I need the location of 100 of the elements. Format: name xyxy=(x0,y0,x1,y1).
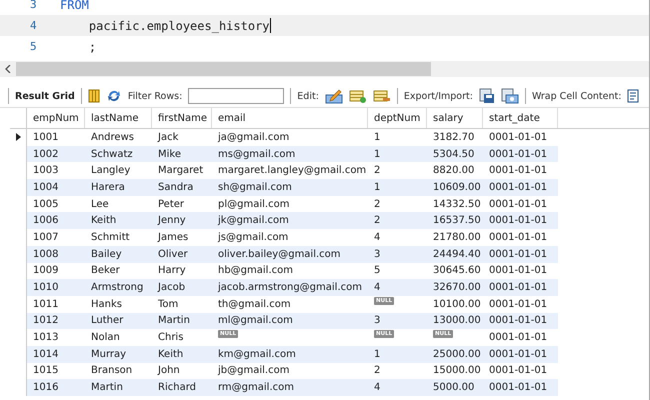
table-cell: jacob.armstrong@gmail.com xyxy=(212,279,368,296)
table-cell: 1002 xyxy=(27,146,85,162)
result-grid-tab[interactable]: Result Grid xyxy=(15,90,75,102)
table-cell: Martin xyxy=(85,379,152,396)
table-cell-text: Andrews xyxy=(90,130,135,145)
table-cell-text: 1 xyxy=(373,130,382,145)
current-row-icon xyxy=(16,133,20,142)
table-cell: 2 xyxy=(368,212,427,230)
table-cell: 1004 xyxy=(27,179,85,196)
import-icon[interactable] xyxy=(500,88,519,104)
table-cell-text: 1009 xyxy=(32,264,60,278)
column-header[interactable]: start_date xyxy=(483,108,558,128)
column-header[interactable]: firstName xyxy=(152,108,212,128)
table-cell: 10609.00 xyxy=(427,179,483,196)
table-cell-text: 0001-01-01 xyxy=(488,331,548,346)
table-cell: 25000.00 xyxy=(427,346,483,363)
table-cell-text: Harry xyxy=(157,264,187,278)
table-cell: Luther xyxy=(85,312,152,330)
export-import-label: Export/Import: xyxy=(404,90,473,102)
edit-pencil-icon[interactable] xyxy=(324,88,343,104)
table-cell: 0001-01-01 xyxy=(483,246,558,262)
table-cell-text: James xyxy=(156,230,190,245)
table-cell-text: 0001-01-01 xyxy=(488,230,548,245)
table-cell: 0001-01-01 xyxy=(483,179,558,196)
table-cell: km@gmail.com xyxy=(212,346,368,363)
table-cell-text: 30645.60 xyxy=(432,264,482,278)
table-cell: 1 xyxy=(368,179,427,196)
table-cell: 3 xyxy=(368,312,427,330)
column-header[interactable]: salary xyxy=(427,108,483,128)
table-cell: 1014 xyxy=(27,346,85,363)
column-header[interactable]: empNum xyxy=(27,108,85,128)
table-cell: 0001-01-01 xyxy=(483,212,558,230)
delete-row-icon[interactable] xyxy=(372,88,391,104)
line-number: 5 xyxy=(29,40,38,53)
column-toggle-icon[interactable] xyxy=(88,89,100,103)
wrap-cell-content-label: Wrap Cell Content: xyxy=(532,90,622,102)
table-cell-text: Langley xyxy=(90,164,132,178)
table-cell-text: 14332.50 xyxy=(432,198,482,212)
table-cell: sh@gmail.com xyxy=(212,179,368,196)
table-cell-text: Branson xyxy=(90,364,134,378)
table-cell-text: 0001-01-01 xyxy=(488,264,548,278)
table-cell: Oliver xyxy=(152,246,212,262)
wrap-text-icon[interactable] xyxy=(627,89,640,103)
table-cell-text: John xyxy=(156,364,181,378)
table-cell: Sandra xyxy=(152,179,212,196)
table-cell: Jenny xyxy=(152,212,212,230)
table-cell: 1016 xyxy=(27,379,85,396)
table-cell: Mike xyxy=(152,146,212,162)
scrollbar-thumb[interactable] xyxy=(16,62,431,76)
table-cell-text: pl@gmail.com xyxy=(217,198,290,212)
table-cell-text: 0001-01-01 xyxy=(488,298,548,312)
table-cell-text: 0001-01-01 xyxy=(488,130,548,145)
table-cell: Schwatz xyxy=(85,146,152,162)
table-cell-text: Lee xyxy=(90,198,110,212)
table-cell-text: Beker xyxy=(90,264,121,278)
scroll-left-icon[interactable] xyxy=(5,65,11,73)
table-cell: Bailey xyxy=(85,246,152,262)
table-cell-text: 1007 xyxy=(32,230,60,245)
horizontal-scrollbar[interactable] xyxy=(0,61,649,77)
export-save-icon[interactable] xyxy=(478,88,495,104)
table-cell-text: 1003 xyxy=(32,164,60,178)
table-cell-text: js@gmail.com xyxy=(216,230,290,245)
table-cell-text: Chris xyxy=(157,331,184,346)
code-text: pacific.employees_history xyxy=(88,18,270,32)
table-cell: 0001-01-01 xyxy=(483,279,558,296)
refresh-icon[interactable] xyxy=(106,89,122,103)
table-cell: 4 xyxy=(368,279,427,296)
table-cell-text: 3182.70 xyxy=(432,130,476,145)
table-cell-text: 4 xyxy=(373,230,382,245)
table-cell: Harera xyxy=(85,179,152,196)
filter-rows-field[interactable] xyxy=(188,88,284,104)
table-cell: Martin xyxy=(152,312,212,330)
table-cell: 0001-01-01 xyxy=(483,346,558,363)
table-cell: Richard xyxy=(152,379,212,396)
table-cell-text: 2 xyxy=(373,364,382,378)
table-cell-text: 2 xyxy=(373,198,382,212)
table-cell-text: jb@gmail.com xyxy=(216,364,290,378)
table-cell: Jacob xyxy=(152,279,212,296)
code-text: ; xyxy=(88,40,96,54)
add-row-icon[interactable] xyxy=(348,88,367,104)
table-cell: Keith xyxy=(85,212,152,230)
table-cell-text: 0001-01-01 xyxy=(488,198,548,212)
table-cell: Murray xyxy=(85,346,152,363)
table-cell-text: 1001 xyxy=(32,130,60,145)
table-cell: 4 xyxy=(368,379,427,396)
table-cell: 1 xyxy=(368,346,427,363)
table-cell-text: hb@gmail.com xyxy=(217,264,294,278)
table-cell-text: 1013 xyxy=(32,331,60,346)
column-header[interactable]: deptNum xyxy=(368,108,427,128)
table-cell-text: Margaret xyxy=(157,164,204,178)
column-header[interactable]: lastName xyxy=(85,108,152,128)
column-header[interactable]: email xyxy=(212,108,368,128)
table-cell: 32670.00 xyxy=(427,279,483,296)
table-cell: 16537.50 xyxy=(427,212,483,230)
table-cell-text: Nolan xyxy=(90,331,121,346)
table-cell-text: 15000.00 xyxy=(432,364,482,378)
table-cell: rm@gmail.com xyxy=(212,379,368,396)
table-cell: 1010 xyxy=(27,279,85,296)
edit-label: Edit: xyxy=(297,90,319,102)
table-cell: 0001-01-01 xyxy=(483,312,558,330)
